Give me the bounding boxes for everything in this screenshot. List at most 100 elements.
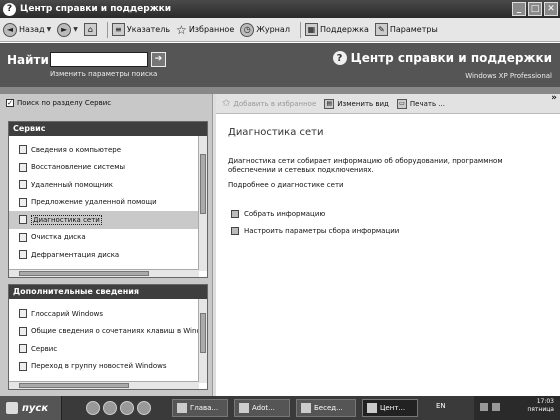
more-info-box: Дополнительные сведения Глоссарий Window… xyxy=(8,284,208,390)
page-icon xyxy=(19,180,27,190)
taskbar-button-label: Бесед... xyxy=(314,404,343,412)
chevron-down-icon: ▼ xyxy=(73,26,78,33)
header-strip xyxy=(0,87,560,94)
more-info-scrollbar[interactable] xyxy=(198,299,207,383)
page-icon xyxy=(19,250,27,260)
favorites-button[interactable]: ☆ Избранное xyxy=(176,23,234,37)
window-title-bar[interactable]: ? Центр справки и поддержки _ □ ✕ xyxy=(0,0,560,18)
taskbar-button[interactable]: Бесед... xyxy=(296,399,356,417)
minimize-button[interactable]: _ xyxy=(512,2,526,16)
chat-icon xyxy=(301,403,311,413)
document-icon xyxy=(177,403,187,413)
set-options-action[interactable]: Настроить параметры сбора информации xyxy=(231,227,399,235)
options-button[interactable]: ✎ Параметры xyxy=(374,23,438,36)
quick-launch-icon[interactable] xyxy=(86,401,100,415)
window-title: Центр справки и поддержки xyxy=(20,4,172,14)
scrollbar-thumb[interactable] xyxy=(200,154,206,214)
add-to-favorites-button[interactable]: ✩ Добавить в избранное xyxy=(222,98,316,109)
taskbar-button-active[interactable]: Цент... xyxy=(362,399,418,417)
scrollbar-thumb[interactable] xyxy=(19,271,149,276)
list-item[interactable]: Дефрагментация диска xyxy=(9,246,207,264)
topic-description: Диагностика сети собирает информацию об … xyxy=(228,157,503,174)
scrollbar-thumb[interactable] xyxy=(200,313,206,353)
quick-launch-icon[interactable] xyxy=(103,401,117,415)
list-item[interactable]: Сервис xyxy=(9,340,207,358)
page-icon xyxy=(19,162,27,172)
language-indicator[interactable]: EN xyxy=(436,402,446,410)
list-item-label: Общие сведения о сочетаниях клавиш в Win… xyxy=(31,327,207,336)
maximize-button[interactable]: □ xyxy=(528,2,542,16)
taskbar-button-label: Глава... xyxy=(190,404,219,412)
list-item[interactable]: Общие сведения о сочетаниях клавиш в Win… xyxy=(9,323,207,341)
list-item[interactable]: Диагностика сети xyxy=(9,211,207,229)
close-button[interactable]: ✕ xyxy=(544,2,558,16)
taskbar-button-label: Цент... xyxy=(380,404,406,412)
list-item[interactable]: Восстановление системы xyxy=(9,159,207,177)
tools-scrollbar[interactable] xyxy=(198,136,207,271)
print-button[interactable]: ▭ Печать ... xyxy=(396,98,445,109)
help-center-icon xyxy=(367,403,377,413)
clock[interactable]: 17:03 пятница xyxy=(527,398,554,414)
toolbar-overflow-chevron[interactable]: » xyxy=(551,93,557,103)
list-item[interactable]: Переход в группу новостей Windows xyxy=(9,358,207,376)
change-view-button[interactable]: ▤ Изменить вид xyxy=(324,98,389,109)
page-title-text: Центр справки и поддержки xyxy=(350,51,552,65)
quick-launch-icon[interactable] xyxy=(137,401,151,415)
start-button[interactable]: пуск xyxy=(0,396,62,420)
list-item[interactable]: Сведения о компьютере xyxy=(9,141,207,159)
system-tray: 17:03 пятница xyxy=(474,396,560,420)
taskbar-button[interactable]: Глава... xyxy=(172,399,228,417)
home-button[interactable]: ⌂ xyxy=(83,23,97,36)
back-button[interactable]: ◄ Назад ▼ xyxy=(3,22,51,37)
taskbar-button[interactable]: Adot... xyxy=(234,399,290,417)
star-plus-icon: ✩ xyxy=(222,98,231,109)
search-input[interactable] xyxy=(50,52,148,67)
quick-launch-icon[interactable] xyxy=(120,401,134,415)
tools-h-scrollbar[interactable] xyxy=(9,269,199,277)
more-info-h-scrollbar[interactable] xyxy=(9,381,199,389)
list-item-label: Удаленный помощник xyxy=(31,180,114,189)
tray-icon[interactable] xyxy=(492,403,500,411)
windows-logo-icon xyxy=(6,402,18,414)
taskbar-button-label: Adot... xyxy=(252,404,275,412)
page-title: ? Центр справки и поддержки xyxy=(332,51,552,65)
clock-day: пятница xyxy=(527,406,554,413)
acrobat-icon xyxy=(239,403,249,413)
forward-button[interactable]: ► ▼ xyxy=(57,22,78,37)
list-item-label: Восстановление системы xyxy=(31,163,126,172)
tools-list: Сведения о компьютере Восстановление сист… xyxy=(9,136,207,271)
history-icon: ◷ xyxy=(240,22,255,37)
help-center-icon: ? xyxy=(3,2,16,16)
favorites-label: Избранное xyxy=(188,25,235,34)
list-item[interactable]: Предложение удаленной помощи xyxy=(9,194,207,212)
page-icon xyxy=(19,215,27,225)
add-to-favorites-label: Добавить в избранное xyxy=(233,99,317,108)
tray-icon[interactable] xyxy=(480,403,488,411)
content-toolbar: ✩ Добавить в избранное ▤ Изменить вид ▭ … xyxy=(216,93,560,114)
list-item[interactable]: Очистка диска xyxy=(9,229,207,247)
toolbar-separator xyxy=(106,21,108,38)
checkbox[interactable]: ✓ xyxy=(6,99,14,107)
forward-arrow-icon: ► xyxy=(57,22,72,37)
page-icon xyxy=(19,197,27,207)
page-icon xyxy=(19,232,27,242)
search-go-button[interactable]: ➔ xyxy=(151,52,166,67)
change-view-icon: ▤ xyxy=(324,98,335,109)
list-item-label: Очистка диска xyxy=(31,233,86,242)
support-button[interactable]: ▦ Поддержка xyxy=(304,23,369,36)
scrollbar-thumb[interactable] xyxy=(19,383,129,388)
search-options-link[interactable]: Изменить параметры поиска xyxy=(50,70,157,78)
learn-more-link[interactable]: Подробнее о диагностике сети xyxy=(228,181,344,189)
list-item[interactable]: Глоссарий Windows xyxy=(9,305,207,323)
options-label: Параметры xyxy=(389,25,438,34)
list-item-label: Диагностика сети xyxy=(31,214,102,225)
collect-info-action[interactable]: Собрать информацию xyxy=(231,210,325,218)
more-info-list: Глоссарий Windows Общие сведения о сочета… xyxy=(9,299,207,375)
index-button[interactable]: ≡ Указатель xyxy=(111,23,170,36)
quick-launch xyxy=(86,401,151,415)
list-item[interactable]: Удаленный помощник xyxy=(9,176,207,194)
page-icon xyxy=(19,344,27,354)
history-button[interactable]: ◷ Журнал xyxy=(240,22,290,37)
back-arrow-icon: ◄ xyxy=(3,22,17,37)
search-previous-checkbox[interactable]: ✓ Поиск по разделу Сервис xyxy=(6,99,111,107)
